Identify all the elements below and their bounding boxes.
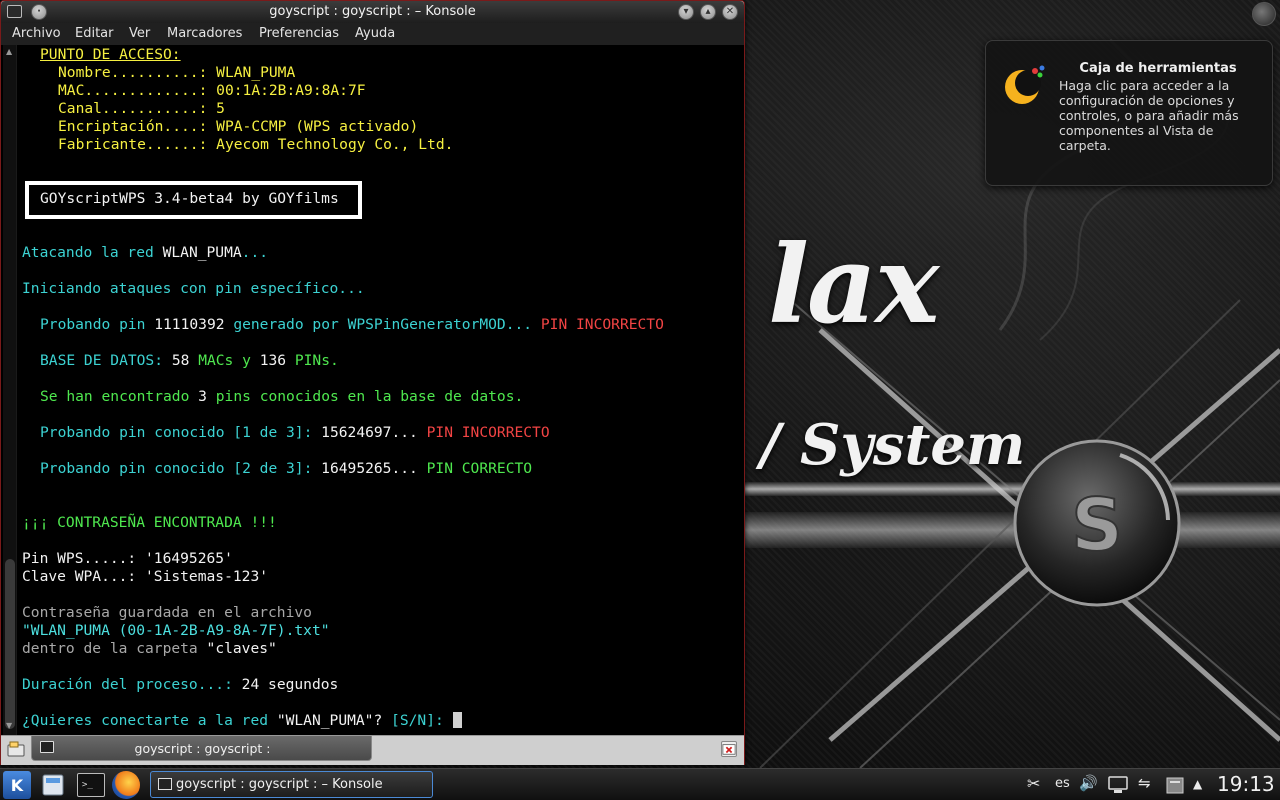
toolbox-icon — [1005, 65, 1045, 104]
script-banner: GOYscriptWPS 3.4-beta4 by GOYfilms — [40, 190, 339, 207]
terminal-launcher-icon[interactable]: >_ — [77, 773, 105, 797]
network-icon[interactable] — [1106, 774, 1130, 796]
wallpaper-system-text: / System — [760, 412, 1026, 478]
menu-ayuda[interactable]: Ayuda — [355, 26, 395, 41]
menu-archivo[interactable]: Archivo — [12, 26, 61, 41]
tab-label: goyscript : goyscript : — [134, 741, 271, 756]
menu-marcadores[interactable]: Marcadores — [167, 26, 242, 41]
tab-bar: goyscript : goyscript : — [1, 735, 744, 765]
taskbar: K >_ goyscript : goyscript : – Konsole ✂… — [0, 768, 1280, 800]
ap-name-line: Nombre..........: WLAN_PUMA — [58, 64, 296, 81]
volume-icon[interactable]: 🔊 — [1079, 774, 1098, 792]
scissors-icon[interactable]: ✂ — [1027, 774, 1040, 793]
window-titlebar[interactable]: · goyscript : goyscript : – Konsole ▾ ▴ … — [1, 1, 744, 23]
svg-text:>_: >_ — [82, 779, 94, 790]
file-manager-icon[interactable] — [41, 774, 65, 796]
ap-encryption-line: Encriptación....: WPA-CCMP (WPS activado… — [58, 118, 419, 135]
scrollbar-thumb[interactable] — [5, 559, 15, 729]
toolbox-tooltip: Caja de herramientas Haga clic para acce… — [985, 40, 1273, 186]
close-icon[interactable]: ✕ — [722, 4, 738, 20]
found-pins-line: Se han encontrado 3 pins conocidos en la… — [40, 388, 524, 405]
usb-icon[interactable]: ⇋ — [1138, 774, 1151, 792]
kde-menu-icon[interactable]: K — [3, 771, 31, 799]
maximize-icon[interactable]: ▴ — [700, 4, 716, 20]
tooltip-title: Caja de herramientas — [1079, 61, 1237, 76]
menu-editar[interactable]: Editar — [75, 26, 114, 41]
connect-prompt-line[interactable]: ¿Quieres conectarte a la red "WLAN_PUMA"… — [22, 712, 462, 730]
known-pin-1-line: Probando pin conocido [1 de 3]: 15624697… — [40, 424, 550, 441]
tab-goyscript[interactable]: goyscript : goyscript : — [31, 736, 372, 761]
password-found-line: ¡¡¡ CONTRASEÑA ENCONTRADA !!! — [22, 514, 277, 531]
tooltip-body: Haga clic para acceder a la configuració… — [1059, 78, 1239, 153]
starting-line: Iniciando ataques con pin específico... — [22, 280, 365, 297]
ap-channel-line: Canal...........: 5 — [58, 100, 225, 117]
scroll-up-icon[interactable]: ▲ — [6, 47, 12, 56]
svg-text:S: S — [1071, 483, 1123, 567]
minimize-icon[interactable]: ▾ — [678, 4, 694, 20]
wps-pin-line: Pin WPS.....: '16495265' — [22, 550, 233, 567]
ap-vendor-line: Fabricante......: Ayecom Technology Co.,… — [58, 136, 454, 153]
svg-text:K: K — [11, 776, 24, 795]
saved-file-line: "WLAN_PUMA (00-1A-2B-A9-8A-7F).txt" — [22, 622, 330, 639]
menu-preferencias[interactable]: Preferencias — [259, 26, 339, 41]
close-tab-icon[interactable] — [721, 741, 737, 757]
menu-ver[interactable]: Ver — [129, 26, 150, 41]
new-tab-icon[interactable] — [7, 741, 25, 757]
menubar: Archivo Editar Ver Marcadores Preferenci… — [1, 23, 744, 45]
firefox-icon[interactable] — [112, 771, 140, 799]
desktop-toolbox-button[interactable] — [1252, 2, 1276, 26]
terminal-scrollbar[interactable]: ▲ ▼ — [3, 45, 17, 735]
task-label: goyscript : goyscript : – Konsole — [176, 777, 383, 792]
tray-expand-icon[interactable]: ▲ — [1193, 777, 1202, 791]
taskbar-task-konsole[interactable]: goyscript : goyscript : – Konsole — [150, 771, 433, 798]
wpa-key-line: Clave WPA...: 'Sistemas-123' — [22, 568, 269, 585]
duration-line: Duración del proceso...: 24 segundos — [22, 676, 339, 693]
try-generated-pin-line: Probando pin 11110392 generado por WPSPi… — [40, 316, 664, 333]
terminal-output[interactable]: ▲ ▼ PUNTO DE ACCESO: Nombre..........: W… — [1, 45, 744, 735]
terminal-cursor — [452, 712, 462, 728]
clipboard-icon[interactable] — [1164, 774, 1186, 796]
konsole-task-icon — [158, 778, 172, 790]
saved-folder-line: dentro de la carpeta "claves" — [22, 640, 277, 657]
attacking-line: Atacando la red WLAN_PUMA... — [22, 244, 269, 261]
window-title: goyscript : goyscript : – Konsole — [269, 4, 476, 19]
keyboard-layout[interactable]: es — [1055, 776, 1070, 791]
ap-mac-line: MAC.............: 00:1A:2B:A9:8A:7F — [58, 82, 366, 99]
clock[interactable]: 19:13 — [1217, 772, 1275, 796]
saved-line-1: Contraseña guardada en el archivo — [22, 604, 312, 621]
database-line: BASE DE DATOS: 58 MACs y 136 PINs. — [40, 352, 339, 369]
scroll-down-icon[interactable]: ▼ — [6, 721, 12, 730]
wallpaper-brand-text: lax — [768, 222, 939, 348]
konsole-window: · goyscript : goyscript : – Konsole ▾ ▴ … — [0, 0, 745, 765]
known-pin-2-line: Probando pin conocido [2 de 3]: 16495265… — [40, 460, 533, 477]
ap-header: PUNTO DE ACCESO: — [40, 46, 181, 63]
